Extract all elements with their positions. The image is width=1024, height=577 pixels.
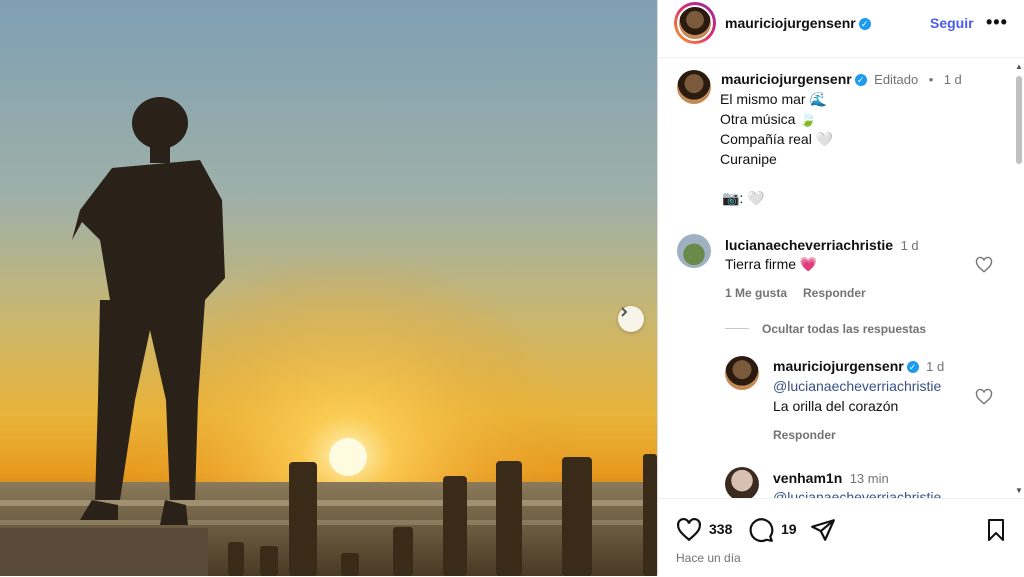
- comment-time[interactable]: 1 d: [901, 238, 919, 253]
- like-comment-heart-icon[interactable]: [975, 256, 993, 274]
- scroll-down-icon[interactable]: ▼: [1014, 486, 1024, 496]
- reply-time[interactable]: 1 d: [926, 359, 944, 374]
- author-name-row: mauriciojurgensenr ✓: [725, 15, 871, 33]
- more-options-button[interactable]: •••: [986, 12, 1008, 33]
- caption-username[interactable]: mauriciojurgensenr: [721, 71, 852, 87]
- verified-icon: ✓: [906, 360, 919, 373]
- reply-meta: venham1n 13 min: [773, 470, 889, 488]
- author-avatar[interactable]: [677, 5, 713, 41]
- hide-replies-button[interactable]: Ocultar todas las respuestas: [762, 322, 926, 336]
- replies-divider: [725, 328, 749, 329]
- bookmark-icon[interactable]: [984, 517, 1008, 543]
- likes-count[interactable]: 338: [709, 521, 732, 537]
- reply-mention[interactable]: @lucianaecheverriachristie: [773, 489, 941, 498]
- caption-line: El mismo mar 🌊: [720, 91, 827, 107]
- reply-meta: mauriciojurgensenr ✓ 1 d: [773, 358, 944, 376]
- comment-likes[interactable]: 1 Me gusta: [725, 286, 787, 300]
- caption-avatar[interactable]: [677, 70, 711, 104]
- reply-reply-button[interactable]: Responder: [773, 428, 836, 442]
- heart-icon[interactable]: [676, 517, 702, 543]
- post-side-panel: mauriciojurgensenr ✓ Seguir ••• mauricioj…: [657, 0, 1024, 576]
- send-icon[interactable]: [810, 517, 836, 543]
- caption-meta: mauriciojurgensenr ✓ Editado • 1 d: [721, 71, 962, 89]
- reply-time[interactable]: 13 min: [850, 471, 889, 486]
- like-reply-heart-icon[interactable]: [975, 388, 993, 406]
- reply-text: La orilla del corazón: [773, 398, 899, 414]
- post-photo: [0, 0, 657, 576]
- comments-section: mauriciojurgensenr ✓ Editado • 1 d El mis…: [658, 58, 1024, 498]
- separator: •: [928, 72, 934, 87]
- commenter-avatar[interactable]: [677, 234, 711, 268]
- next-photo-button[interactable]: [618, 306, 644, 332]
- scroll-up-icon[interactable]: ▲: [1014, 62, 1024, 72]
- reply-username[interactable]: venham1n: [773, 470, 842, 486]
- reply-avatar[interactable]: [725, 467, 759, 498]
- follow-button[interactable]: Seguir: [930, 15, 974, 31]
- comment-icon[interactable]: [748, 517, 774, 543]
- comment-meta: lucianaecheverriachristie 1 d: [725, 237, 919, 255]
- verified-icon: ✓: [858, 17, 871, 30]
- caption-line: Curanipe: [720, 151, 777, 167]
- caption-time[interactable]: 1 d: [944, 72, 962, 87]
- post-header: mauriciojurgensenr ✓ Seguir •••: [658, 0, 1024, 58]
- comment-reply-button[interactable]: Responder: [803, 286, 866, 300]
- scrollbar-thumb[interactable]: [1016, 76, 1022, 164]
- caption-line: Otra música 🍃: [720, 111, 817, 127]
- comment-text: Tierra firme 💗: [725, 256, 818, 272]
- chevron-right-icon: [621, 307, 628, 317]
- verified-icon: ✓: [854, 73, 867, 86]
- edited-label: Editado: [874, 72, 919, 87]
- post-actions-bar: 338 19 Hace un día: [658, 498, 1024, 577]
- caption-line: Compañía real 🤍: [720, 131, 834, 147]
- reply-mention[interactable]: @lucianaecheverriachristie: [773, 378, 941, 394]
- post-time-ago: Hace un día: [676, 551, 741, 565]
- author-username[interactable]: mauriciojurgensenr: [725, 15, 856, 31]
- comment-username[interactable]: lucianaecheverriachristie: [725, 237, 893, 253]
- comments-count[interactable]: 19: [781, 521, 797, 537]
- caption-line: 📷: 🤍: [722, 190, 765, 206]
- reply-avatar[interactable]: [725, 356, 759, 390]
- reply-username[interactable]: mauriciojurgensenr: [773, 358, 904, 374]
